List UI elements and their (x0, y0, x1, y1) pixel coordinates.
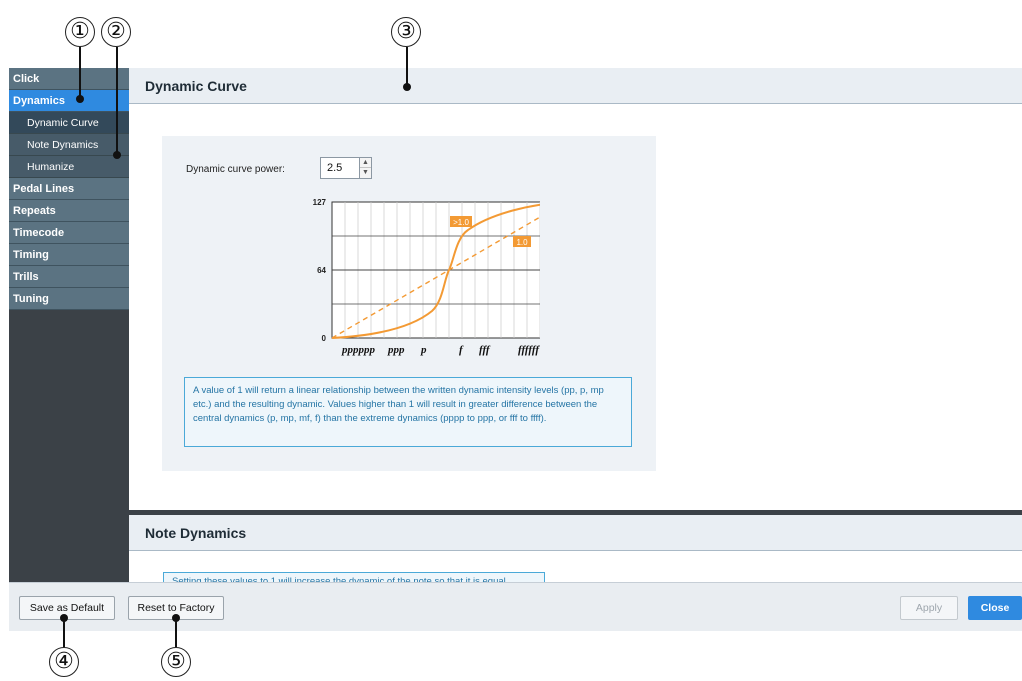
callout-1-leader (79, 47, 81, 97)
callout-5: ⑤ (161, 647, 191, 677)
chevron-down-icon[interactable]: ▼ (360, 168, 371, 178)
callout-2-dot (113, 151, 121, 159)
sidebar-item-timecode[interactable]: Timecode (9, 222, 129, 244)
dynamic-curve-section-title: Dynamic Curve (145, 78, 247, 94)
x-label-pppppp: pppppp (341, 344, 376, 356)
y-tick-0: 0 (322, 334, 327, 343)
spin-buttons: ▲ ▼ (359, 158, 371, 178)
callout-3-leader (406, 47, 408, 85)
curve-label-text: >1.0 (453, 218, 469, 227)
sidebar-item-trills[interactable]: Trills (9, 266, 129, 288)
linear-label-text: 1.0 (516, 238, 528, 247)
callout-3-dot (403, 83, 411, 91)
main-content: Dynamic Curve Dynamic curve power: 2.5 ▲… (129, 68, 1022, 582)
sidebar-item-tuning[interactable]: Tuning (9, 288, 129, 310)
callout-5-leader (175, 618, 177, 647)
callout-1-dot (76, 95, 84, 103)
dialog-footer: Save as Default Reset to Factory Apply C… (9, 582, 1022, 631)
dynamic-curve-info-box: A value of 1 will return a linear relati… (184, 377, 632, 447)
dynamic-curve-section-header: Dynamic Curve (129, 68, 1022, 104)
note-dynamics-section-title: Note Dynamics (145, 525, 247, 541)
sidebar-item-click[interactable]: Click (9, 68, 129, 90)
sidebar-item-dynamics[interactable]: Dynamics (9, 90, 129, 112)
x-label-ffffff: ffffff (518, 344, 540, 356)
screenshot-root: ① ② ③ ④ ⑤ Click Dynamics Dynamic Curve N… (0, 0, 1022, 681)
dynamic-curve-graph: 127 64 0 >1.0 1.0 pppppp ppp p f fff fff… (313, 198, 540, 356)
callout-3: ③ (391, 17, 421, 47)
sidebar-item-repeats[interactable]: Repeats (9, 200, 129, 222)
callout-2-leader (116, 47, 118, 153)
note-dynamics-section-header: Note Dynamics (129, 515, 1022, 551)
sidebar-item-dynamic-curve[interactable]: Dynamic Curve (9, 112, 129, 134)
callout-1: ① (65, 17, 95, 47)
x-label-ppp: ppp (387, 344, 405, 356)
sidebar-item-note-dynamics[interactable]: Note Dynamics (9, 134, 129, 156)
dynamic-curve-power-value[interactable]: 2.5 (327, 162, 342, 174)
sidebar-item-pedal-lines[interactable]: Pedal Lines (9, 178, 129, 200)
x-label-f: f (459, 344, 464, 356)
callout-2: ② (101, 17, 131, 47)
sidebar: Click Dynamics Dynamic Curve Note Dynami… (9, 68, 129, 582)
chevron-up-icon[interactable]: ▲ (360, 158, 371, 168)
y-tick-127: 127 (313, 198, 327, 207)
close-button[interactable]: Close (968, 596, 1022, 620)
dynamic-curve-power-input[interactable]: 2.5 ▲ ▼ (320, 157, 372, 179)
sidebar-item-humanize[interactable]: Humanize (9, 156, 129, 178)
dynamic-curve-panel: Dynamic curve power: 2.5 ▲ ▼ 127 64 0 >1… (162, 136, 656, 471)
x-label-p: p (420, 344, 427, 356)
callout-4: ④ (49, 647, 79, 677)
callout-4-leader (63, 618, 65, 647)
apply-button[interactable]: Apply (900, 596, 958, 620)
x-label-fff: fff (479, 344, 491, 356)
sidebar-item-timing[interactable]: Timing (9, 244, 129, 266)
dynamic-curve-power-label: Dynamic curve power: (186, 164, 285, 175)
y-tick-64: 64 (317, 266, 326, 275)
note-dynamics-info-box: Setting these values to 1 will increase … (163, 572, 545, 582)
